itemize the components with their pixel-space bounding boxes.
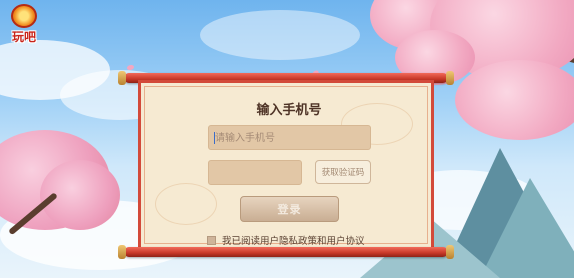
agreement-text[interactable]: 我已阅读用户隐私政策和用户协议	[222, 233, 365, 247]
scroll-rod-bottom	[124, 247, 448, 257]
get-code-button[interactable]: 获取验证码	[315, 160, 371, 184]
decor-swirl	[155, 183, 217, 225]
app-logo: 玩吧	[6, 4, 42, 44]
cloud	[200, 10, 360, 60]
verification-code-input[interactable]	[209, 162, 301, 185]
login-button[interactable]: 登录	[240, 196, 339, 222]
cherry-blossom	[455, 60, 574, 140]
phone-field[interactable]	[208, 125, 371, 150]
scroll-cap	[118, 71, 126, 85]
page-title: 输入手机号	[256, 103, 322, 118]
code-field[interactable]	[208, 160, 302, 185]
login-panel: 输入手机号 获取验证码 登录 我已阅读用户隐私政策和用户协议	[138, 80, 434, 250]
scroll-cap	[446, 71, 454, 85]
scroll-cap	[446, 245, 454, 259]
agreement-checkbox[interactable]	[207, 235, 216, 245]
text-caret	[214, 132, 215, 144]
logo-text: 玩吧	[11, 30, 36, 44]
scroll-cap	[118, 245, 126, 259]
agreement-row[interactable]: 我已阅读用户隐私政策和用户协议	[207, 233, 365, 247]
logo-sun-icon	[11, 4, 37, 28]
phone-input[interactable]	[209, 127, 370, 150]
